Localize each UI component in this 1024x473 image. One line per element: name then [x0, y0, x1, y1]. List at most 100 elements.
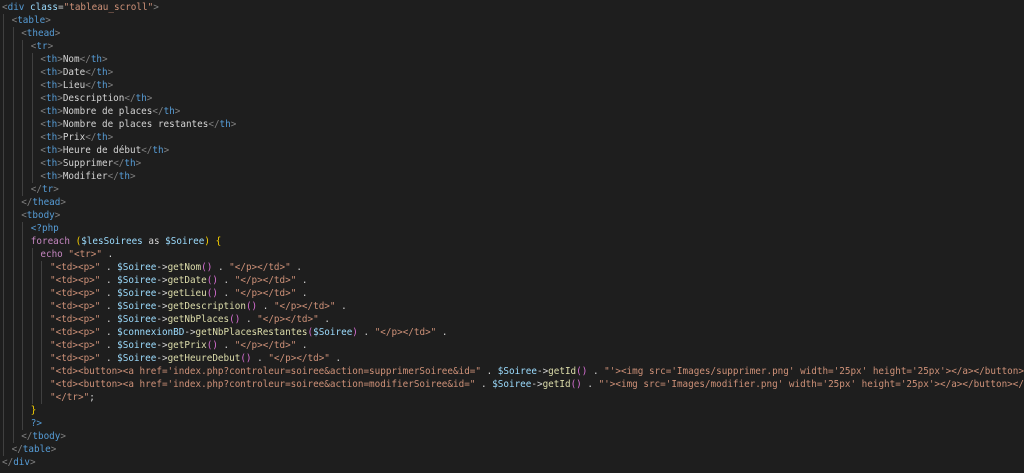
- indent-guide: [22, 261, 24, 274]
- code-token-tag: th: [96, 67, 108, 78]
- code-line[interactable]: </div >: [2, 456, 36, 469]
- code-editor[interactable]: < div class = "tableau_scroll" > < table > < thea…: [0, 0, 1024, 473]
- code-line[interactable]: < th > Nom </th >: [3, 53, 108, 66]
- code-token-punct: >: [153, 2, 159, 13]
- indent-guide: [22, 313, 24, 326]
- code-token-punct: >: [135, 158, 142, 169]
- code-line[interactable]: "<td><button><a href='index.php?controle…: [3, 365, 1024, 378]
- indent-guide: [22, 326, 24, 339]
- code-token-var: $Soiree: [313, 327, 353, 338]
- code-token-punct: >: [130, 171, 136, 182]
- indent-guide: [3, 326, 4, 339]
- code-token-text: .: [101, 249, 114, 260]
- indent-guide: [31, 261, 33, 274]
- code-line[interactable]: < div class = "tableau_scroll" >: [2, 1, 159, 14]
- code-line[interactable]: < th > Description </th >: [3, 92, 152, 105]
- code-token-str: "</p></td>": [234, 340, 297, 351]
- indent-guide: [3, 313, 4, 326]
- code-line[interactable]: < th > Date </th >: [3, 66, 113, 79]
- code-token-var: $Soiree: [117, 262, 157, 273]
- indent-guide: [31, 248, 33, 261]
- indent-guide: [22, 144, 24, 157]
- indent-guide: [3, 196, 4, 209]
- indent-guide: [12, 157, 14, 170]
- code-line[interactable]: "<td><p>" . $Soiree -> getNom() . "</p></t…: [3, 261, 302, 274]
- code-line[interactable]: "<td><p>" . $Soiree -> getDescription() . …: [3, 300, 347, 313]
- code-line[interactable]: < table >: [3, 14, 51, 27]
- indent-guide: [12, 27, 14, 40]
- code-line[interactable]: < th > Modifier </th >: [3, 170, 136, 183]
- code-token-punct: >: [174, 106, 181, 117]
- code-line[interactable]: "<td><button><a href='index.php?controle…: [3, 378, 1024, 391]
- indent-guide: [22, 235, 24, 248]
- code-token-text: .: [217, 340, 235, 351]
- code-token-text: .: [475, 379, 493, 390]
- code-token-tag: th: [163, 106, 175, 117]
- code-line[interactable]: < tbody >: [3, 209, 61, 222]
- code-line[interactable]: "</tr>";: [3, 391, 95, 404]
- code-line[interactable]: < th > Lieu </th >: [3, 79, 114, 92]
- code-line[interactable]: < th > Nombre de places restantes </th >: [3, 118, 236, 131]
- code-token-str: "</p></td>": [257, 314, 319, 325]
- code-line[interactable]: "<td><p>" . $Soiree -> getNbPlaces() . "</…: [3, 313, 330, 326]
- code-token-punct: >: [107, 80, 114, 91]
- code-token-str: "<td><button><a href='index.php?controle…: [50, 366, 481, 377]
- indent-guide: [12, 183, 14, 196]
- code-line[interactable]: < th > Heure de début </th >: [3, 144, 169, 157]
- code-token-brace: (): [201, 262, 213, 273]
- code-line[interactable]: <?php: [3, 222, 59, 235]
- code-token-tag: tbody: [32, 431, 61, 442]
- code-line[interactable]: </thead >: [3, 196, 66, 209]
- indent-guide: [12, 261, 14, 274]
- code-token-punct: >: [107, 132, 114, 143]
- code-line[interactable]: "<td><p>" . $Soiree -> getPrix() . "</p></…: [3, 339, 308, 352]
- code-token-punct: >: [54, 210, 61, 221]
- indent-guide: [31, 66, 33, 79]
- code-token-var: $Soiree: [117, 275, 157, 286]
- code-line[interactable]: "<td><p>" . $Soiree -> getHeureDebut() . "…: [3, 352, 342, 365]
- code-token-text: .: [100, 301, 118, 312]
- indent-guide: [31, 131, 33, 144]
- code-line[interactable]: < th > Nombre de places </th >: [3, 105, 181, 118]
- code-token-tag: th: [90, 54, 103, 65]
- code-line[interactable]: </table >: [3, 443, 56, 456]
- code-token-punct: </: [208, 119, 220, 130]
- code-token-fn: getPrix: [167, 340, 207, 351]
- code-token-text: .: [329, 353, 342, 364]
- indent-guide: [12, 105, 14, 118]
- code-token-punct: </: [21, 197, 33, 208]
- indent-guide: [3, 404, 4, 417]
- indent-guide: [12, 326, 14, 339]
- code-token-text: Nombre de places restantes: [62, 119, 209, 130]
- code-line[interactable]: }: [3, 404, 36, 417]
- code-token-tag: table: [22, 444, 51, 455]
- code-token-punct: >: [53, 184, 59, 195]
- code-line[interactable]: </tbody >: [3, 430, 66, 443]
- code-token-punct: </: [107, 171, 119, 182]
- code-line[interactable]: foreach ($lesSoirees as $Soiree) {: [3, 235, 221, 248]
- code-line[interactable]: "<td><p>" . $Soiree -> getDate() . "</p></…: [3, 274, 308, 287]
- code-line[interactable]: < th > Supprimer </th >: [3, 157, 142, 170]
- code-line[interactable]: < thead >: [3, 27, 60, 40]
- code-token-text: .: [100, 327, 118, 338]
- indent-guide: [3, 391, 4, 404]
- indent-guide: [12, 300, 14, 313]
- code-token-str: "<td><button><a href='index.php?controle…: [50, 379, 476, 390]
- code-token-brace: (): [206, 288, 218, 299]
- code-line[interactable]: "<td><p>" . $connexionBD -> getNbPlacesRes…: [3, 326, 447, 339]
- code-token-text: .: [100, 275, 118, 286]
- code-line[interactable]: < th > Prix </th >: [3, 131, 114, 144]
- code-token-str: "'><img src='Images/supprimer.png' width…: [604, 366, 1024, 377]
- code-line[interactable]: </tr >: [3, 183, 59, 196]
- code-line[interactable]: echo "<tr>" .: [3, 248, 114, 261]
- code-token-text: .: [100, 353, 118, 364]
- indent-guide: [12, 209, 14, 222]
- code-token-str: "<td><p>": [50, 301, 101, 312]
- code-line[interactable]: ?>: [3, 417, 42, 430]
- code-line[interactable]: < tr >: [3, 40, 53, 53]
- code-token-tag: table: [17, 15, 46, 26]
- indent-guide: [12, 274, 14, 287]
- code-line[interactable]: "<td><p>" . $Soiree -> getLieu() . "</p></…: [3, 287, 308, 300]
- code-token-str: "</p></td>": [234, 288, 297, 299]
- code-token-punct: </: [30, 184, 42, 195]
